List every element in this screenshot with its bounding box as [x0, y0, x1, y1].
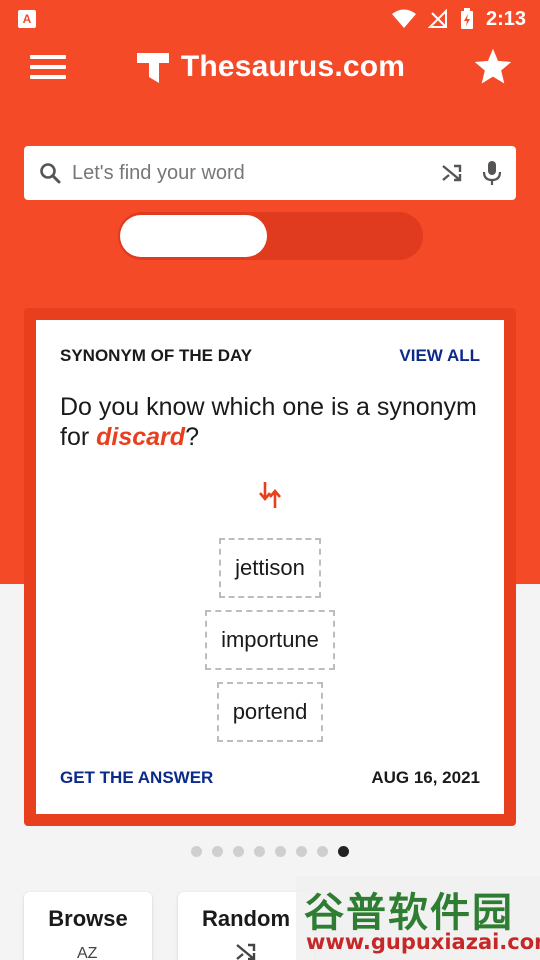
pager-dot[interactable] — [317, 846, 328, 857]
mode-toggle[interactable] — [118, 212, 423, 260]
logo-text: Thesaurus.com — [180, 50, 406, 83]
synonym-of-the-day-card: SYNONYM OF THE DAY VIEW ALL Do you know … — [36, 320, 504, 814]
watermark-url: www.gupuxiazai.com — [306, 930, 540, 954]
answer-option-jettison[interactable]: jettison — [219, 538, 321, 598]
pager-dot[interactable] — [191, 846, 202, 857]
pager-dot[interactable] — [233, 846, 244, 857]
answer-option-portend[interactable]: portend — [216, 682, 324, 742]
pager-dot[interactable] — [296, 846, 307, 857]
pager-dot[interactable] — [275, 846, 286, 857]
quiz-word: discard — [96, 423, 186, 451]
search-icon — [40, 163, 61, 184]
pager-dot[interactable] — [254, 846, 265, 857]
battery-charging-icon — [460, 8, 473, 29]
no-signal-icon — [427, 9, 447, 28]
card-date: AUG 16, 2021 — [371, 768, 480, 787]
browse-label: Browse — [48, 906, 128, 931]
watermark: 谷普软件园 www.gupuxiazai.com — [296, 876, 540, 960]
answer-options: jettison importune portend — [36, 538, 504, 742]
card-title: SYNONYM OF THE DAY — [60, 346, 253, 365]
favorites-star-icon[interactable] — [472, 47, 514, 87]
app-notification-icon: A — [18, 10, 36, 28]
search-input[interactable] — [72, 161, 440, 185]
get-answer-link[interactable]: GET THE ANSWER — [60, 768, 213, 788]
random-tile[interactable]: Random — [178, 892, 314, 960]
carousel-pager — [0, 846, 540, 857]
app-bar: Thesaurus.com — [0, 38, 540, 96]
thesaurus-logo-icon — [136, 53, 169, 83]
search-bar[interactable] — [24, 146, 516, 200]
shuffle-icon — [236, 943, 256, 960]
toggle-knob[interactable] — [120, 215, 267, 257]
clock: 2:13 — [485, 7, 526, 30]
question-text: Do you know which one is a synonym for d… — [60, 393, 477, 451]
browse-tile[interactable]: Browse AZ — [24, 892, 152, 960]
svg-text:AZ: AZ — [77, 945, 98, 960]
view-all-link[interactable]: VIEW ALL — [399, 346, 480, 366]
status-bar: A 2:13 — [0, 0, 540, 38]
hamburger-menu-icon[interactable] — [28, 52, 68, 82]
answer-option-importune[interactable]: importune — [205, 610, 335, 670]
random-label: Random — [202, 906, 290, 931]
swap-arrows-icon — [259, 482, 281, 508]
pager-dot-active[interactable] — [338, 846, 349, 857]
wifi-icon — [391, 9, 416, 28]
microphone-icon[interactable] — [482, 160, 502, 186]
logo: Thesaurus.com — [135, 49, 405, 85]
pager-dot[interactable] — [212, 846, 223, 857]
shuffle-icon[interactable] — [440, 161, 464, 185]
az-sort-icon: AZ — [77, 945, 98, 960]
